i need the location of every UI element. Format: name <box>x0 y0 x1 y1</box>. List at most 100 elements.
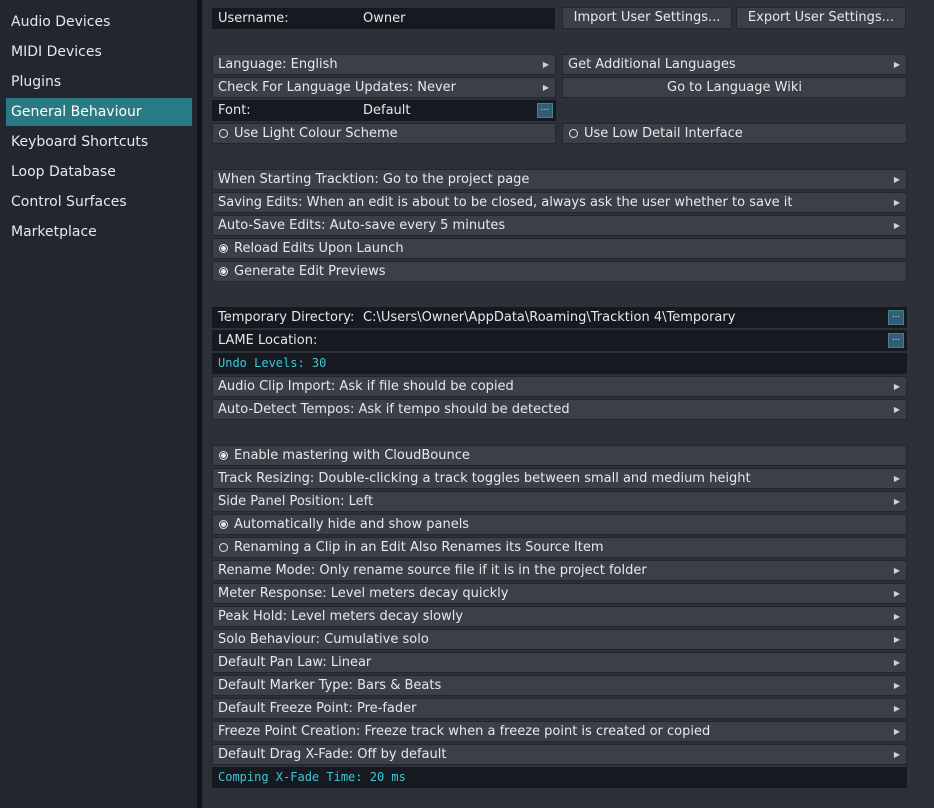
starting-label: When Starting Tracktion: Go to the proje… <box>218 172 530 187</box>
side-panel-position-dropdown[interactable]: Side Panel Position: Left ▶ <box>212 491 907 512</box>
radio-off-icon <box>219 543 228 552</box>
font-field[interactable]: Font: Default ... <box>212 100 556 121</box>
sidebar-item-control-surfaces[interactable]: Control Surfaces <box>6 188 192 216</box>
general-behaviour-panel: Username: Owner Import User Settings... … <box>202 0 934 808</box>
arrow-right-icon: ▶ <box>542 83 549 92</box>
meter-label: Meter Response: Level meters decay quick… <box>218 586 509 601</box>
arrow-right-icon: ▶ <box>893 612 900 621</box>
reload-label: Reload Edits Upon Launch <box>234 241 404 256</box>
username-field[interactable]: Username: Owner <box>212 8 555 29</box>
language-label: Language: English <box>218 57 338 72</box>
radio-on-icon <box>219 267 228 276</box>
light-colour-scheme-toggle[interactable]: Use Light Colour Scheme <box>212 123 556 144</box>
rename-source-item-toggle[interactable]: Renaming a Clip in an Edit Also Renames … <box>212 537 907 558</box>
sidebar-item-loop-database[interactable]: Loop Database <box>6 158 192 186</box>
tempo-label: Auto-Detect Tempos: Ask if tempo should … <box>218 402 570 417</box>
comping-xfade-time-field[interactable]: Comping X-Fade Time: 20 ms <box>212 767 907 788</box>
auto-hide-panels-toggle[interactable]: Automatically hide and show panels <box>212 514 907 535</box>
undo-levels-field[interactable]: Undo Levels: 30 <box>212 353 907 374</box>
renaming-label: Renaming a Clip in an Edit Also Renames … <box>234 540 604 555</box>
radio-on-icon <box>219 244 228 253</box>
arrow-right-icon: ▶ <box>893 175 900 184</box>
freeze-point-label: Default Freeze Point: Pre-fader <box>218 701 417 716</box>
import-user-settings-button[interactable]: Import User Settings... <box>562 7 732 29</box>
auto-hide-label: Automatically hide and show panels <box>234 517 470 532</box>
low-detail-label: Use Low Detail Interface <box>584 126 743 141</box>
lame-location-field[interactable]: LAME Location: ... <box>212 330 907 351</box>
track-resizing-label: Track Resizing: Double-clicking a track … <box>218 471 751 486</box>
starting-tracktion-dropdown[interactable]: When Starting Tracktion: Go to the proje… <box>212 169 907 190</box>
language-updates-dropdown[interactable]: Check For Language Updates: Never ▶ <box>212 77 556 98</box>
arrow-right-icon: ▶ <box>893 727 900 736</box>
freeze-point-dropdown[interactable]: Default Freeze Point: Pre-fader ▶ <box>212 698 907 719</box>
lame-browse-button[interactable]: ... <box>888 333 904 348</box>
temp-dir-value: C:\Users\Owner\AppData\Roaming\Tracktion… <box>363 310 736 325</box>
arrow-right-icon: ▶ <box>893 382 900 391</box>
freeze-creation-label: Freeze Point Creation: Freeze track when… <box>218 724 711 739</box>
audio-import-label: Audio Clip Import: Ask if file should be… <box>218 379 514 394</box>
mastering-label: Enable mastering with CloudBounce <box>234 448 470 463</box>
arrow-right-icon: ▶ <box>893 221 900 230</box>
font-label: Font: <box>218 103 251 118</box>
audio-clip-import-dropdown[interactable]: Audio Clip Import: Ask if file should be… <box>212 376 907 397</box>
username-value: Owner <box>363 11 406 26</box>
drag-xfade-dropdown[interactable]: Default Drag X-Fade: Off by default ▶ <box>212 744 907 765</box>
reload-edits-toggle[interactable]: Reload Edits Upon Launch <box>212 238 907 259</box>
settings-sidebar: Audio Devices MIDI Devices Plugins Gener… <box>0 0 197 808</box>
generate-previews-toggle[interactable]: Generate Edit Previews <box>212 261 907 282</box>
saving-edits-dropdown[interactable]: Saving Edits: When an edit is about to b… <box>212 192 907 213</box>
radio-off-icon <box>219 129 228 138</box>
temp-dir-browse-button[interactable]: ... <box>888 310 904 325</box>
lame-label: LAME Location: <box>218 333 318 348</box>
meter-response-dropdown[interactable]: Meter Response: Level meters decay quick… <box>212 583 907 604</box>
arrow-right-icon: ▶ <box>893 635 900 644</box>
sidebar-item-midi-devices[interactable]: MIDI Devices <box>6 38 192 66</box>
font-browse-button[interactable]: ... <box>537 103 553 118</box>
arrow-right-icon: ▶ <box>893 405 900 414</box>
pan-law-dropdown[interactable]: Default Pan Law: Linear ▶ <box>212 652 907 673</box>
language-dropdown[interactable]: Language: English ▶ <box>212 54 556 75</box>
radio-on-icon <box>219 520 228 529</box>
side-panel-label: Side Panel Position: Left <box>218 494 374 509</box>
auto-save-dropdown[interactable]: Auto-Save Edits: Auto-save every 5 minut… <box>212 215 907 236</box>
arrow-right-icon: ▶ <box>893 589 900 598</box>
temp-dir-label: Temporary Directory: <box>218 310 355 325</box>
marker-type-dropdown[interactable]: Default Marker Type: Bars & Beats ▶ <box>212 675 907 696</box>
rename-mode-label: Rename Mode: Only rename source file if … <box>218 563 647 578</box>
sidebar-item-general-behaviour[interactable]: General Behaviour <box>6 98 192 126</box>
freeze-creation-dropdown[interactable]: Freeze Point Creation: Freeze track when… <box>212 721 907 742</box>
autosave-label: Auto-Save Edits: Auto-save every 5 minut… <box>218 218 506 233</box>
arrow-right-icon: ▶ <box>893 474 900 483</box>
sidebar-item-marketplace[interactable]: Marketplace <box>6 218 192 246</box>
temporary-directory-field[interactable]: Temporary Directory: C:\Users\Owner\AppD… <box>212 307 907 328</box>
rename-mode-dropdown[interactable]: Rename Mode: Only rename source file if … <box>212 560 907 581</box>
auto-detect-tempos-dropdown[interactable]: Auto-Detect Tempos: Ask if tempo should … <box>212 399 907 420</box>
pan-label: Default Pan Law: Linear <box>218 655 372 670</box>
marker-label: Default Marker Type: Bars & Beats <box>218 678 442 693</box>
solo-label: Solo Behaviour: Cumulative solo <box>218 632 429 647</box>
arrow-right-icon: ▶ <box>542 60 549 69</box>
sidebar-item-audio-devices[interactable]: Audio Devices <box>6 8 192 36</box>
arrow-right-icon: ▶ <box>893 750 900 759</box>
sidebar-item-plugins[interactable]: Plugins <box>6 68 192 96</box>
radio-off-icon <box>569 129 578 138</box>
get-additional-languages-dropdown[interactable]: Get Additional Languages ▶ <box>562 54 907 75</box>
arrow-right-icon: ▶ <box>893 681 900 690</box>
arrow-right-icon: ▶ <box>893 704 900 713</box>
cloudbounce-mastering-toggle[interactable]: Enable mastering with CloudBounce <box>212 445 907 466</box>
sidebar-item-keyboard-shortcuts[interactable]: Keyboard Shortcuts <box>6 128 192 156</box>
username-label: Username: <box>218 11 289 26</box>
previews-label: Generate Edit Previews <box>234 264 386 279</box>
peak-label: Peak Hold: Level meters decay slowly <box>218 609 464 624</box>
light-scheme-label: Use Light Colour Scheme <box>234 126 398 141</box>
arrow-right-icon: ▶ <box>893 198 900 207</box>
low-detail-interface-toggle[interactable]: Use Low Detail Interface <box>562 123 907 144</box>
solo-behaviour-dropdown[interactable]: Solo Behaviour: Cumulative solo ▶ <box>212 629 907 650</box>
track-resizing-dropdown[interactable]: Track Resizing: Double-clicking a track … <box>212 468 907 489</box>
peak-hold-dropdown[interactable]: Peak Hold: Level meters decay slowly ▶ <box>212 606 907 627</box>
arrow-right-icon: ▶ <box>893 566 900 575</box>
export-user-settings-button[interactable]: Export User Settings... <box>736 7 906 29</box>
get-languages-label: Get Additional Languages <box>568 57 736 72</box>
language-wiki-button[interactable]: Go to Language Wiki <box>562 77 907 98</box>
arrow-right-icon: ▶ <box>893 658 900 667</box>
